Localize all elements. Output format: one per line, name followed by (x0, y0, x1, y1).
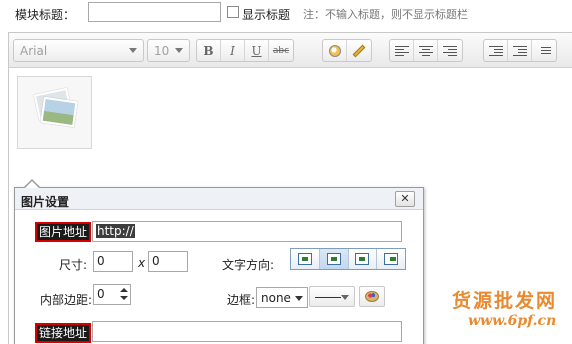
dialog-header: 图片设置 ✕ (15, 188, 423, 210)
text-color-button[interactable] (323, 40, 347, 61)
image-url-input[interactable]: http:// (92, 221, 402, 242)
module-title-label: 模块标题： (15, 8, 76, 22)
text-color-icon (328, 44, 341, 57)
font-size-select[interactable]: 10 (147, 39, 190, 62)
watermark-url: www.6pf.cn (468, 313, 557, 329)
border-line-style-select[interactable] (309, 286, 355, 307)
padding-stepper[interactable]: 0 (93, 284, 131, 305)
pencil-icon (352, 44, 366, 57)
close-button[interactable]: ✕ (395, 191, 415, 207)
list-group (483, 39, 557, 62)
wrap-center-icon (326, 253, 341, 265)
times-sign: x (138, 256, 146, 270)
link-url-input[interactable] (92, 321, 402, 342)
dialog-title: 图片设置 (21, 195, 70, 209)
font-family-select[interactable]: Arial (13, 39, 144, 62)
module-title-input[interactable] (88, 2, 221, 22)
italic-button[interactable]: I (221, 40, 245, 61)
wrap-inline-button[interactable] (348, 249, 378, 269)
image-settings-dialog: 图片设置 ✕ 图片地址 http:// 尺寸: 0 x 0 文字方向: 内部边距… (14, 187, 424, 344)
align-center-button[interactable] (414, 40, 438, 61)
color-group (322, 39, 372, 62)
show-title-label[interactable]: 显示标题 (242, 6, 290, 23)
padding-label: 内部边距: (40, 293, 93, 307)
bullet-list-button[interactable] (532, 40, 556, 61)
outdent-button[interactable] (484, 40, 508, 61)
watermark-logo: 货源批发网 (452, 290, 558, 312)
align-right-button[interactable] (438, 40, 462, 61)
text-style-group: B I U abc (196, 39, 294, 62)
title-note: 注：不输入标题，则不显示标题栏 (303, 8, 468, 21)
palette-icon (365, 291, 379, 302)
border-value: none (261, 291, 291, 305)
align-group (389, 39, 463, 62)
editor-toolbar: Arial 10 B I U abc (9, 33, 572, 68)
show-title-checkbox[interactable] (227, 6, 239, 18)
wrap-right-button[interactable] (377, 249, 405, 269)
link-url-label: 链接地址 (34, 323, 92, 343)
border-label: 边框: (227, 293, 256, 307)
wrap-left-icon (297, 253, 312, 265)
image-url-label: 图片地址 (34, 222, 92, 242)
wrap-right-icon (384, 253, 399, 265)
chevron-down-icon (341, 295, 349, 300)
width-value: 0 (97, 254, 105, 268)
border-color-button[interactable] (359, 286, 385, 307)
text-direction-group (290, 248, 406, 270)
size-label: 尺寸: (59, 258, 88, 272)
wrap-center-button[interactable] (319, 249, 349, 269)
border-select[interactable]: none (256, 287, 308, 308)
close-icon: ✕ (400, 192, 410, 205)
chevron-down-icon (129, 48, 137, 53)
chevron-down-icon (175, 48, 183, 53)
module-title-row: 模块标题： 显示标题 注：不输入标题，则不显示标题栏 (0, 0, 572, 26)
photo-icon (40, 96, 78, 128)
font-family-value: Arial (20, 44, 48, 58)
padding-value: 0 (97, 287, 105, 301)
highlight-button[interactable] (347, 40, 371, 61)
image-url-value: http:// (96, 224, 135, 238)
align-left-button[interactable] (390, 40, 414, 61)
indent-icon (512, 45, 527, 56)
outdent-icon (488, 45, 503, 56)
bold-button[interactable]: B (197, 40, 221, 61)
height-value: 0 (152, 254, 160, 268)
height-input[interactable]: 0 (148, 251, 188, 272)
strikethrough-button[interactable]: abc (269, 40, 293, 61)
wrap-inline-icon (355, 253, 370, 265)
popup-pointer-inner (25, 181, 39, 188)
align-right-icon (443, 45, 457, 56)
width-input[interactable]: 0 (93, 251, 133, 272)
indent-button[interactable] (508, 40, 532, 61)
align-left-icon (394, 45, 409, 56)
align-center-icon (418, 45, 433, 56)
text-direction-label: 文字方向: (222, 258, 275, 272)
chevron-down-icon (295, 296, 303, 301)
bullet-list-icon (537, 47, 551, 54)
stepper-arrows-icon[interactable] (120, 287, 128, 302)
image-placeholder[interactable] (17, 76, 92, 149)
underline-button[interactable]: U (245, 40, 269, 61)
font-size-value: 10 (154, 44, 170, 58)
line-style-icon (315, 297, 341, 298)
wrap-left-button[interactable] (291, 249, 320, 269)
